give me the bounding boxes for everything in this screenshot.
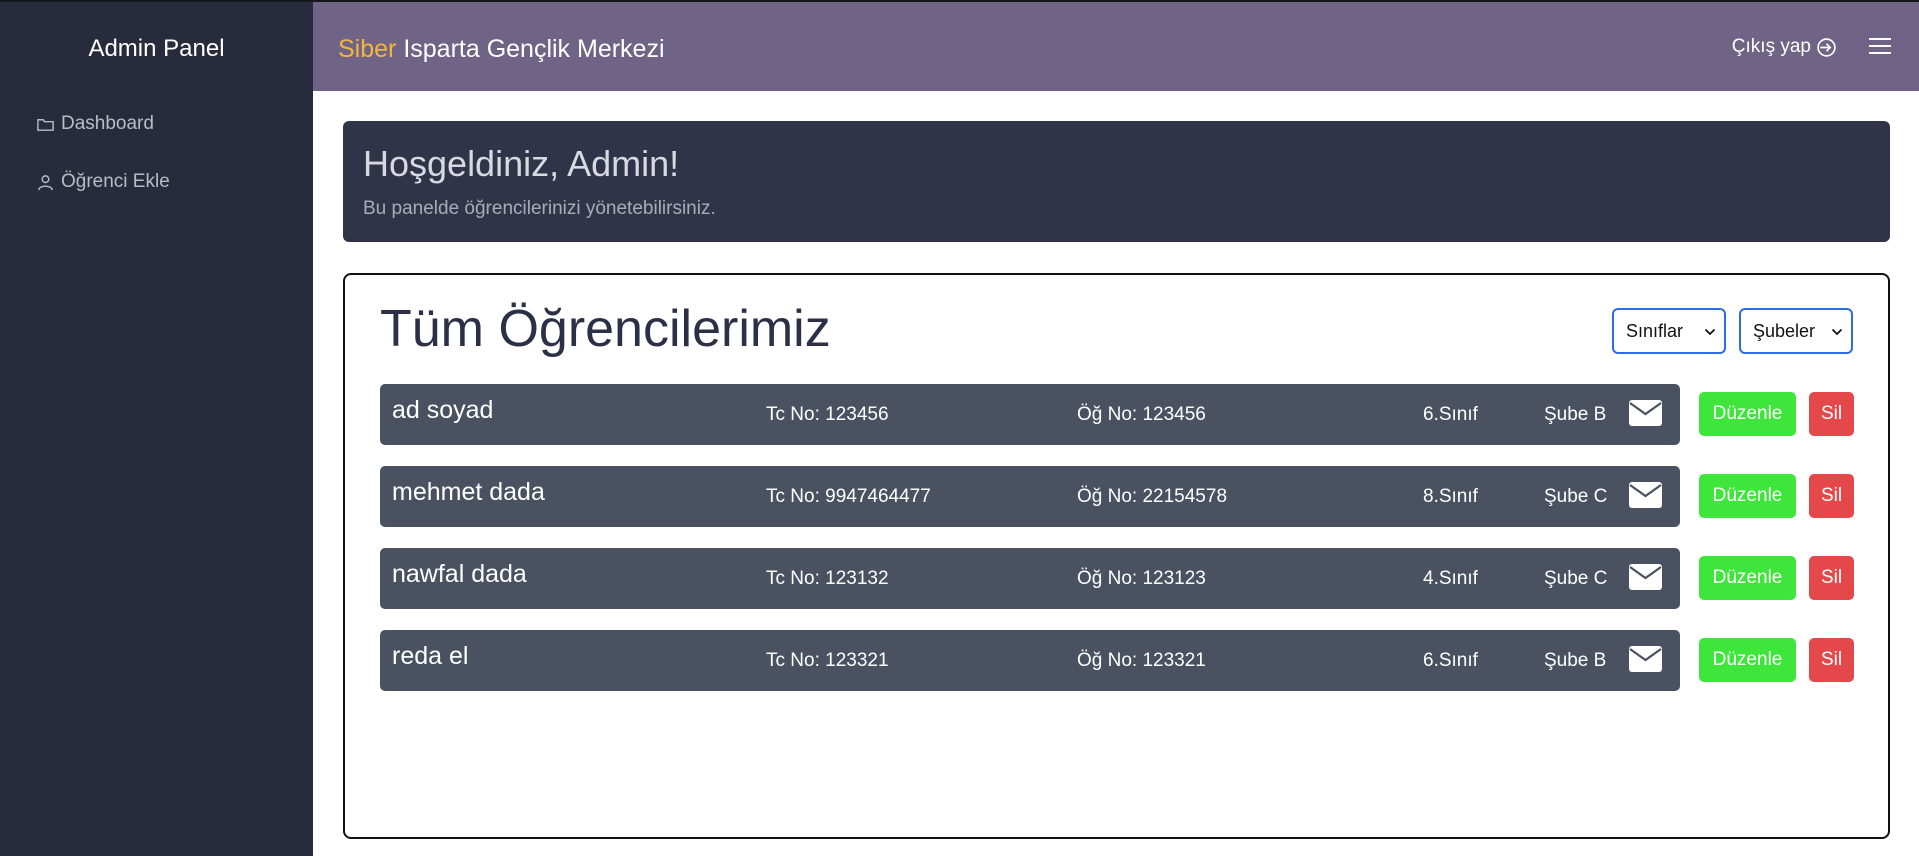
student-name: mehmet dada: [392, 478, 545, 506]
delete-button[interactable]: Sil: [1809, 392, 1854, 436]
student-tc: Tc No: 123132: [766, 568, 889, 589]
sidebar-item-dashboard[interactable]: Dashboard: [36, 113, 154, 135]
edit-button[interactable]: Düzenle: [1699, 556, 1796, 600]
student-tc: Tc No: 123456: [766, 404, 889, 425]
top-bar: Siber Isparta Gençlik Merkezi Çıkış yap: [313, 0, 1919, 91]
chevron-down-icon: [1704, 328, 1716, 336]
envelope-icon[interactable]: [1629, 482, 1662, 508]
hamburger-icon[interactable]: [1869, 38, 1891, 56]
student-og: Öğ No: 123321: [1077, 650, 1206, 671]
delete-button[interactable]: Sil: [1809, 556, 1854, 600]
student-og: Öğ No: 123456: [1077, 404, 1206, 425]
student-branch: Şube C: [1544, 568, 1608, 589]
sidebar-title: Admin Panel: [88, 35, 225, 62]
student-og: Öğ No: 123123: [1077, 568, 1206, 589]
students-panel: Tüm Öğrencilerimiz Sınıflar Şubeler ad s…: [343, 273, 1890, 839]
student-name: ad soyad: [392, 396, 494, 424]
envelope-icon[interactable]: [1629, 400, 1662, 426]
edit-button[interactable]: Düzenle: [1699, 392, 1796, 436]
welcome-title: Hoşgeldiniz, Admin!: [363, 143, 680, 184]
brand-accent: Siber: [338, 35, 397, 63]
student-class: 4.Sınıf: [1423, 568, 1478, 589]
student-branch: Şube C: [1544, 486, 1608, 507]
delete-button[interactable]: Sil: [1809, 638, 1854, 682]
student-branch: Şube B: [1544, 650, 1607, 671]
edit-button[interactable]: Düzenle: [1699, 474, 1796, 518]
user-icon: [38, 174, 53, 190]
panel-title: Tüm Öğrencilerimiz: [380, 300, 831, 358]
student-row: nawfal dada Tc No: 123132 Öğ No: 123123 …: [380, 548, 1680, 609]
sidebar: Admin Panel Dashboard Öğrenci Ekle: [0, 0, 313, 856]
logout-button[interactable]: Çıkış yap: [1732, 36, 1837, 58]
branch-filter-value: Şubeler: [1753, 320, 1816, 341]
student-tc: Tc No: 9947464477: [766, 486, 931, 507]
student-row: reda el Tc No: 123321 Öğ No: 123321 6.Sı…: [380, 630, 1680, 691]
student-name: nawfal dada: [392, 560, 527, 588]
sign-in-icon: [1817, 37, 1836, 57]
folder-icon: [37, 118, 54, 131]
brand-title: Siber Isparta Gençlik Merkezi: [338, 35, 665, 64]
student-og: Öğ No: 22154578: [1077, 486, 1228, 507]
class-filter-value: Sınıflar: [1626, 320, 1684, 341]
student-row: ad soyad Tc No: 123456 Öğ No: 123456 6.S…: [380, 384, 1680, 445]
student-class: 6.Sınıf: [1423, 404, 1478, 425]
envelope-icon[interactable]: [1629, 646, 1662, 672]
class-filter-select[interactable]: Sınıflar: [1612, 308, 1726, 354]
welcome-subtitle: Bu panelde öğrencilerinizi yönetebilirsi…: [363, 198, 716, 219]
student-name: reda el: [392, 642, 469, 670]
delete-button[interactable]: Sil: [1809, 474, 1854, 518]
edit-button[interactable]: Düzenle: [1699, 638, 1796, 682]
envelope-icon[interactable]: [1629, 564, 1662, 590]
logout-label: Çıkış yap: [1731, 36, 1811, 57]
student-class: 6.Sınıf: [1423, 650, 1478, 671]
sidebar-item-ogrenci-ekle[interactable]: Öğrenci Ekle: [36, 171, 170, 193]
student-class: 8.Sınıf: [1423, 486, 1478, 507]
chevron-down-icon: [1831, 328, 1843, 336]
sidebar-item-label: Dashboard: [61, 113, 154, 134]
student-branch: Şube B: [1544, 404, 1607, 425]
student-row: mehmet dada Tc No: 9947464477 Öğ No: 221…: [380, 466, 1680, 527]
welcome-card: Hoşgeldiniz, Admin! Bu panelde öğrencile…: [343, 121, 1890, 242]
branch-filter-select[interactable]: Şubeler: [1739, 308, 1853, 354]
brand-name: Isparta Gençlik Merkezi: [396, 35, 665, 63]
sidebar-item-label: Öğrenci Ekle: [61, 171, 170, 192]
student-tc: Tc No: 123321: [766, 650, 889, 671]
